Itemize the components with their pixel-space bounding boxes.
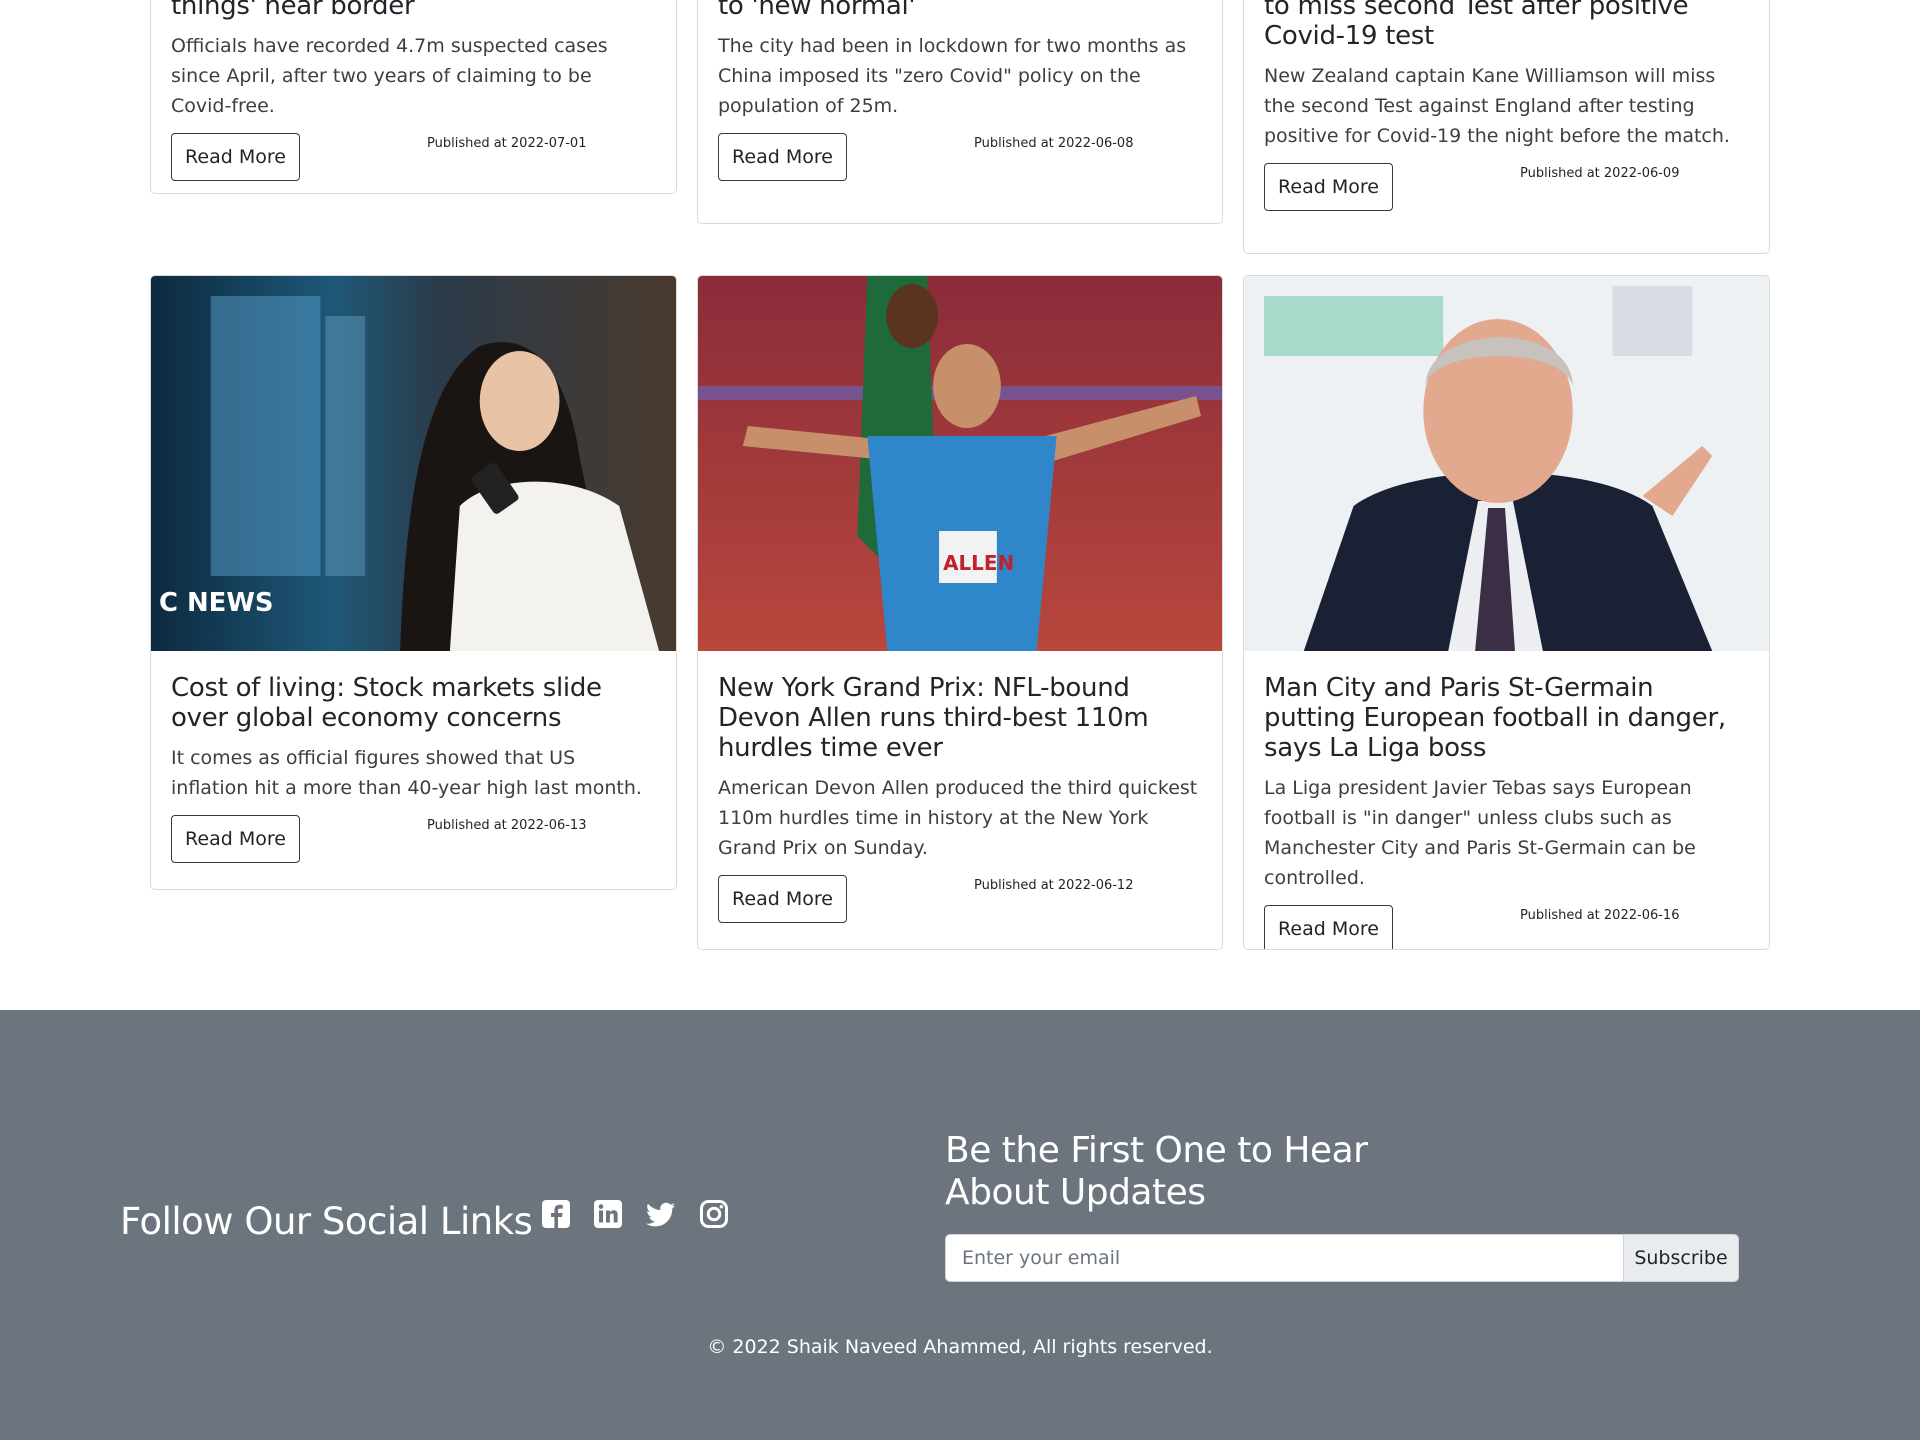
linkedin-icon[interactable]: [592, 1198, 624, 1230]
card-title: Cost of living: Stock markets slide over…: [171, 673, 602, 733]
card-title: to miss second Test after positive Covid…: [1264, 0, 1689, 51]
read-more-button[interactable]: Read More: [171, 133, 300, 181]
newsletter-title: Be the First One to Hear About Updates: [945, 1130, 1368, 1213]
image-watermark: C NEWS: [159, 588, 274, 618]
card-title: Man City and Paris St-Germain putting Eu…: [1264, 673, 1726, 763]
published-date: Published at 2022-06-13: [427, 818, 587, 833]
copyright-text: © 2022 Shaik Naveed Ahammed, All rights …: [707, 1336, 1213, 1358]
article-image[interactable]: C NEWS: [151, 276, 676, 651]
published-date: Published at 2022-06-09: [1520, 166, 1680, 181]
published-date: Published at 2022-06-12: [974, 878, 1134, 893]
read-more-button[interactable]: Read More: [1264, 905, 1393, 949]
article-image[interactable]: [1244, 276, 1769, 651]
published-date: Published at 2022-07-01: [427, 136, 587, 151]
site-footer: Follow Our Social Links Be the First One…: [0, 1010, 1920, 1440]
news-card: to 'new normal' The city had been in loc…: [697, 0, 1223, 224]
follow-title: Follow Our Social Links: [120, 1200, 533, 1243]
card-description: New Zealand captain Kane Williamson will…: [1264, 65, 1730, 147]
card-description: American Devon Allen produced the third …: [718, 777, 1198, 859]
news-card: C NEWS Cost of living: Stock markets sli…: [150, 275, 677, 890]
email-input[interactable]: [945, 1234, 1624, 1282]
card-title: things' near border: [171, 0, 415, 21]
read-more-button[interactable]: Read More: [1264, 163, 1393, 211]
news-card: ALLEN New York Grand Prix: NFL-bound Dev…: [697, 275, 1223, 950]
card-description: La Liga president Javier Tebas says Euro…: [1264, 777, 1696, 889]
read-more-button[interactable]: Read More: [718, 875, 847, 923]
read-more-button[interactable]: Read More: [718, 133, 847, 181]
card-description: The city had been in lockdown for two mo…: [718, 35, 1187, 117]
read-more-button[interactable]: Read More: [171, 815, 300, 863]
card-description: It comes as official figures showed that…: [171, 747, 642, 799]
subscribe-button[interactable]: Subscribe: [1623, 1234, 1739, 1282]
article-image[interactable]: ALLEN: [698, 276, 1222, 651]
card-title: New York Grand Prix: NFL-bound Devon All…: [718, 673, 1149, 763]
card-title: to 'new normal': [718, 0, 916, 21]
facebook-icon[interactable]: [540, 1198, 572, 1230]
card-description: Officials have recorded 4.7m suspected c…: [171, 35, 608, 117]
published-date: Published at 2022-06-16: [1520, 908, 1680, 923]
bib-text: ALLEN: [943, 551, 1014, 575]
instagram-icon[interactable]: [698, 1198, 730, 1230]
twitter-icon[interactable]: [645, 1198, 677, 1230]
news-card: things' near border Officials have recor…: [150, 0, 677, 194]
news-card: Man City and Paris St-Germain putting Eu…: [1243, 275, 1770, 950]
published-date: Published at 2022-06-08: [974, 136, 1134, 151]
news-card: to miss second Test after positive Covid…: [1243, 0, 1770, 254]
